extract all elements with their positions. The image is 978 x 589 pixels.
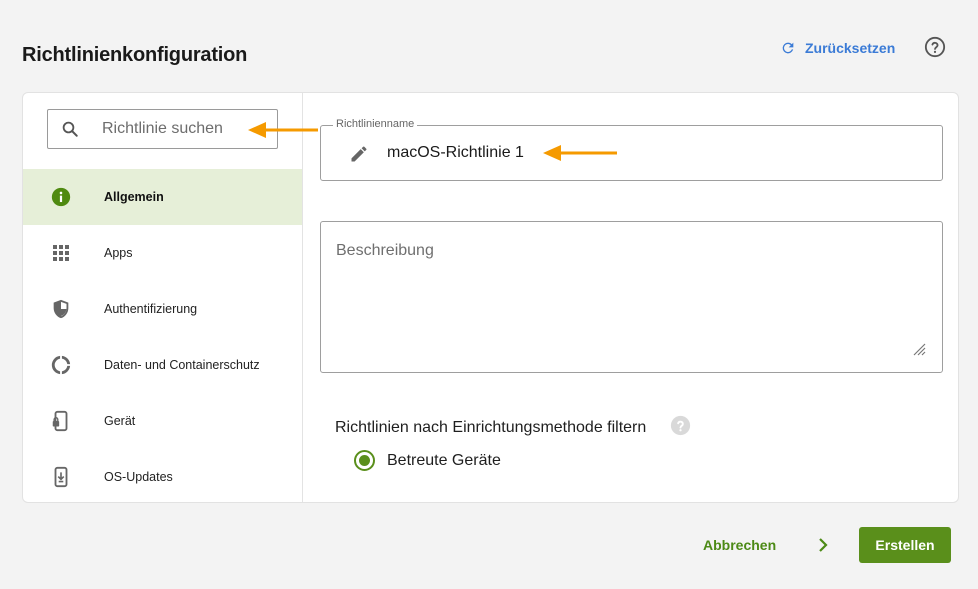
sidebar-item-label: Authentifizierung <box>104 302 198 316</box>
shield-icon <box>50 298 72 320</box>
sidebar-item-label: Gerät <box>104 414 136 428</box>
radio-selected-dot <box>359 455 370 466</box>
radio-button[interactable] <box>354 450 375 471</box>
sidebar-item-label: OS-Updates <box>104 470 173 484</box>
search-icon <box>62 121 78 137</box>
config-card: Allgemein Apps A <box>22 92 959 503</box>
sidebar-item-label: Daten- und Containerschutz <box>104 358 260 372</box>
policy-name-label: Richtlinienname <box>333 118 418 130</box>
device-download-icon <box>50 466 72 488</box>
create-button[interactable]: Erstellen <box>859 527 951 563</box>
help-icon[interactable] <box>924 36 946 58</box>
resize-grip-icon[interactable] <box>912 342 926 356</box>
reset-label: Zurücksetzen <box>805 40 896 56</box>
pencil-icon <box>351 146 367 162</box>
sidebar-item-os-updates[interactable]: OS-Updates <box>23 449 302 502</box>
sidebar-item-apps[interactable]: Apps <box>23 225 302 281</box>
annotation-arrow-left <box>248 122 318 138</box>
reset-button[interactable]: Zurücksetzen <box>780 38 895 58</box>
search-box[interactable] <box>47 109 278 149</box>
refresh-icon <box>782 42 794 54</box>
main-panel: Richtlinienname macOS-Richtlinie 1 Besch… <box>304 93 958 502</box>
page-title: Richtlinienkonfiguration <box>22 44 248 66</box>
cancel-button[interactable]: Abbrechen <box>703 537 776 553</box>
info-icon <box>50 186 72 208</box>
policy-name-value[interactable]: macOS-Richtlinie 1 <box>387 144 524 162</box>
chevron-right-icon[interactable] <box>816 537 830 553</box>
policy-name-field[interactable]: Richtlinienname macOS-Richtlinie 1 <box>320 118 943 181</box>
sidebar: Allgemein Apps A <box>23 93 303 502</box>
policy-config-page: Richtlinienkonfiguration Zurücksetzen Al… <box>0 0 978 589</box>
annotation-arrow-left <box>543 145 617 161</box>
sidebar-nav: Allgemein Apps Authentifizierung Daten- … <box>23 169 302 502</box>
sidebar-item-label: Allgemein <box>104 190 164 204</box>
sidebar-item-geraet[interactable]: Gerät <box>23 393 302 449</box>
data-circle-icon <box>50 354 72 376</box>
help-icon[interactable] <box>670 415 691 436</box>
description-placeholder: Beschreibung <box>336 242 434 259</box>
description-field[interactable]: Beschreibung <box>320 221 943 373</box>
sidebar-item-datenschutz[interactable]: Daten- und Containerschutz <box>23 337 302 393</box>
device-lock-icon <box>50 410 72 432</box>
sidebar-item-allgemein[interactable]: Allgemein <box>23 169 302 225</box>
supervised-devices-option[interactable]: Betreute Geräte <box>354 450 501 471</box>
sidebar-item-label: Apps <box>104 246 133 260</box>
radio-label: Betreute Geräte <box>387 451 501 469</box>
sidebar-item-authentifizierung[interactable]: Authentifizierung <box>23 281 302 337</box>
apps-grid-icon <box>50 242 72 264</box>
filter-label: Richtlinien nach Einrichtungsmethode fil… <box>335 419 647 436</box>
